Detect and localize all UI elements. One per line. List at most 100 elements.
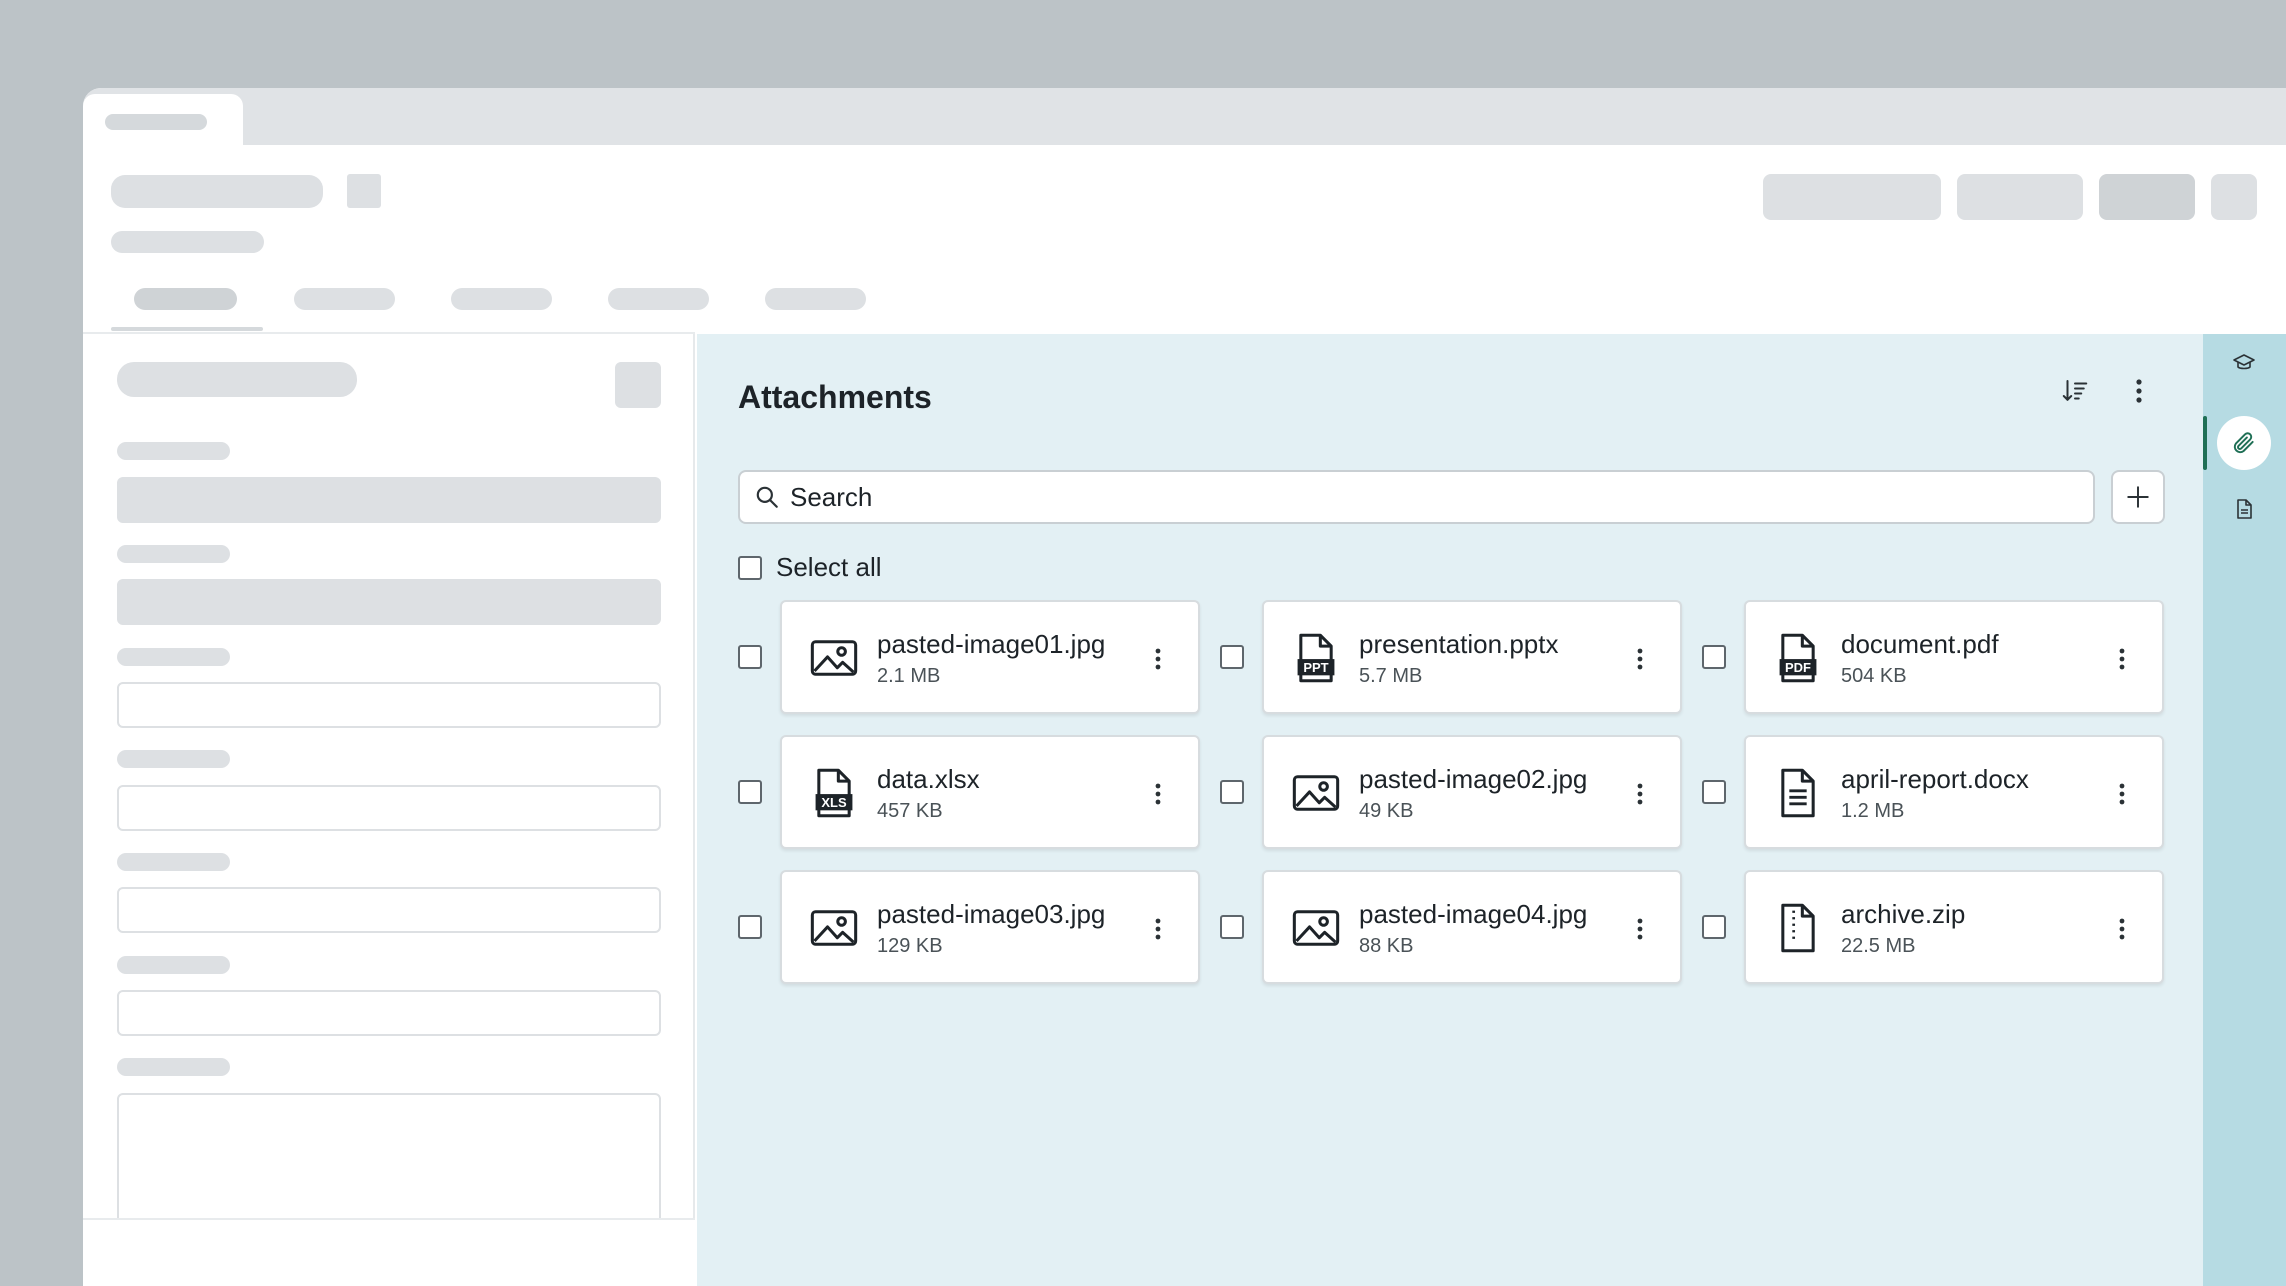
field-label-placeholder <box>117 750 230 768</box>
attachment-checkbox[interactable] <box>1220 780 1244 804</box>
input-placeholder[interactable] <box>117 990 661 1036</box>
document-file-icon <box>1772 767 1824 819</box>
attachment-checkbox[interactable] <box>1702 915 1726 939</box>
attachment-card[interactable]: PDF document.pdf 504 KB <box>1744 600 2164 714</box>
attachment-name: pasted-image03.jpg <box>877 899 1106 929</box>
more-vertical-icon <box>2119 648 2125 670</box>
rail-active-indicator <box>2203 416 2207 470</box>
attachment-size: 504 KB <box>1841 665 1907 687</box>
file-badge-text: XLS <box>821 795 847 810</box>
attachment-checkbox[interactable] <box>1702 645 1726 669</box>
image-icon <box>808 902 860 954</box>
panel-title-placeholder <box>117 362 357 397</box>
tab-title-placeholder <box>105 114 207 130</box>
attachment-menu-button[interactable] <box>1620 637 1660 681</box>
attachment-card[interactable]: XLS data.xlsx 457 KB <box>780 735 1200 849</box>
attachment-card[interactable]: pasted-image03.jpg 129 KB <box>780 870 1200 984</box>
pdf-file-icon: PDF <box>1772 632 1824 684</box>
attachment-menu-button[interactable] <box>1138 907 1178 951</box>
more-vertical-icon <box>2119 783 2125 805</box>
tab-placeholder[interactable] <box>294 288 395 310</box>
more-vertical-icon <box>1155 918 1161 940</box>
field-label-placeholder <box>117 442 230 460</box>
field-placeholder <box>117 477 661 523</box>
document-icon <box>2237 499 2252 519</box>
attachment-item: april-report.docx 1.2 MB <box>1702 735 2164 849</box>
attachment-menu-button[interactable] <box>2102 637 2142 681</box>
attachment-checkbox[interactable] <box>1702 780 1726 804</box>
image-icon <box>808 632 860 684</box>
textarea-placeholder[interactable] <box>117 1093 661 1233</box>
select-all-checkbox[interactable] <box>738 555 762 580</box>
tab-placeholder[interactable] <box>451 288 552 310</box>
more-vertical-icon <box>2136 379 2142 403</box>
rail-item-notes[interactable] <box>2217 482 2271 536</box>
header-icon-button-placeholder[interactable] <box>2211 174 2257 220</box>
attachment-menu-button[interactable] <box>1620 907 1660 951</box>
select-all[interactable]: Select all <box>738 552 882 583</box>
more-vertical-icon <box>1155 783 1161 805</box>
image-icon <box>1290 767 1342 819</box>
attachment-size: 5.7 MB <box>1359 665 1423 687</box>
panel-footer <box>83 1218 695 1286</box>
page-title-placeholder <box>111 175 323 208</box>
attachment-name: pasted-image01.jpg <box>877 629 1106 659</box>
subtitle-placeholder <box>111 231 264 253</box>
attachment-name: pasted-image02.jpg <box>1359 764 1588 794</box>
attachment-card[interactable]: pasted-image01.jpg 2.1 MB <box>780 600 1200 714</box>
input-placeholder[interactable] <box>117 887 661 933</box>
attachment-name: pasted-image04.jpg <box>1359 899 1588 929</box>
tab-placeholder[interactable] <box>608 288 709 310</box>
attachment-item: pasted-image03.jpg 129 KB <box>738 870 1200 984</box>
attachment-menu-button[interactable] <box>1138 637 1178 681</box>
attachment-menu-button[interactable] <box>2102 772 2142 816</box>
file-badge-text: PPT <box>1303 660 1328 675</box>
attachment-card[interactable]: pasted-image04.jpg 88 KB <box>1262 870 1682 984</box>
panel-icon-button-placeholder[interactable] <box>615 362 661 408</box>
attachment-item: PDF document.pdf 504 KB <box>1702 600 2164 714</box>
attachment-card[interactable]: april-report.docx 1.2 MB <box>1744 735 2164 849</box>
tab-placeholder[interactable] <box>134 288 237 310</box>
add-attachment-button[interactable] <box>2111 470 2165 524</box>
search-icon <box>752 482 782 512</box>
ppt-file-icon: PPT <box>1290 632 1342 684</box>
header-button-placeholder[interactable] <box>1763 174 1941 220</box>
attachment-menu-button[interactable] <box>1620 772 1660 816</box>
sort-button[interactable] <box>2053 369 2097 413</box>
more-options-button[interactable] <box>2117 369 2161 413</box>
title-icon-placeholder <box>347 174 381 208</box>
attachment-card[interactable]: archive.zip 22.5 MB <box>1744 870 2164 984</box>
attachment-checkbox[interactable] <box>738 645 762 669</box>
attachment-item: pasted-image01.jpg 2.1 MB <box>738 600 1200 714</box>
graduation-cap-icon <box>2233 354 2255 370</box>
attachment-card[interactable]: PPT presentation.pptx 5.7 MB <box>1262 600 1682 714</box>
rail-item-attachments[interactable] <box>2217 416 2271 470</box>
tab-placeholder[interactable] <box>765 288 866 310</box>
attachment-name: data.xlsx <box>877 764 980 794</box>
attachment-checkbox[interactable] <box>738 915 762 939</box>
attachment-menu-button[interactable] <box>1138 772 1178 816</box>
attachment-size: 49 KB <box>1359 800 1414 822</box>
more-vertical-icon <box>1637 648 1643 670</box>
rail-item-learning[interactable] <box>2217 336 2271 390</box>
search-input[interactable] <box>788 480 2093 514</box>
attachment-checkbox[interactable] <box>738 780 762 804</box>
attachment-checkbox[interactable] <box>1220 915 1244 939</box>
attachment-menu-button[interactable] <box>2102 907 2142 951</box>
attachment-item: pasted-image02.jpg 49 KB <box>1220 735 1682 849</box>
input-placeholder[interactable] <box>117 785 661 831</box>
sort-icon <box>2062 380 2088 401</box>
header-button-placeholder[interactable] <box>1957 174 2083 220</box>
active-browser-tab[interactable] <box>83 94 243 145</box>
attachment-size: 88 KB <box>1359 935 1414 957</box>
xls-file-icon: XLS <box>808 767 860 819</box>
attachment-checkbox[interactable] <box>1220 645 1244 669</box>
right-rail <box>2203 334 2286 1286</box>
attachments-panel: Attachments Select all pasted-image01.jp… <box>697 334 2203 1286</box>
browser-tab-strip <box>83 88 2286 145</box>
attachment-card[interactable]: pasted-image02.jpg 49 KB <box>1262 735 1682 849</box>
app-window: Attachments Select all pasted-image01.jp… <box>83 88 2286 1286</box>
input-placeholder[interactable] <box>117 682 661 728</box>
header-button-placeholder[interactable] <box>2099 174 2195 220</box>
details-panel <box>83 334 695 1286</box>
